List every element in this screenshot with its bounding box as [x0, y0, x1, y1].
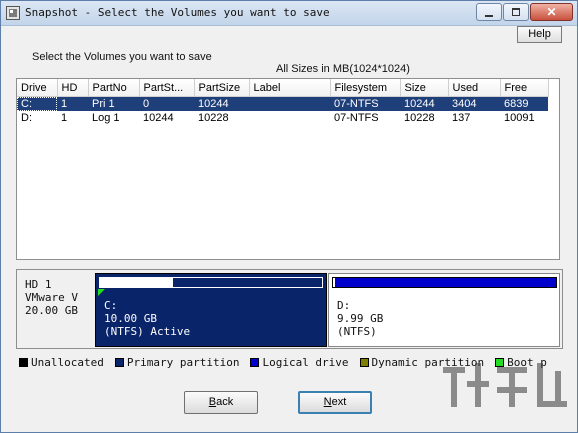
cell-hd: 1: [57, 96, 88, 111]
help-button[interactable]: Help: [517, 26, 562, 43]
legend-item-primary: Primary partition: [114, 356, 240, 369]
legend-label: Logical drive: [262, 356, 349, 369]
cell-partno: Pri 1: [88, 96, 139, 111]
legend-item-dynamic: Dynamic partition: [359, 356, 485, 369]
cell-partstart: 10244: [143, 112, 174, 124]
legend-item-boot: Boot p: [495, 356, 547, 369]
disk-map: HD 1 VMware V 20.00 GB C: 10.00 GB (NTFS…: [16, 269, 563, 349]
column-header-used[interactable]: Used: [448, 79, 501, 97]
cell-partstart: 0: [139, 96, 194, 111]
partition-size: 10.00 GB: [104, 312, 157, 325]
close-button[interactable]: ✕: [530, 3, 573, 21]
cell-used: 137: [452, 112, 471, 124]
boot-flag-icon: [98, 289, 105, 296]
column-header-size[interactable]: Size: [400, 79, 449, 97]
minimize-icon: [485, 15, 493, 17]
caption-buttons: ✕: [475, 3, 573, 21]
back-button[interactable]: Back: [184, 391, 258, 414]
next-label-rest: ext: [331, 396, 347, 408]
legend-label: Boot p: [507, 356, 547, 369]
cell-free: 6839: [500, 96, 548, 111]
partition-usage-fill: [100, 278, 174, 287]
legend-item-unallocated: Unallocated: [19, 356, 104, 369]
cell-partsize: 10244: [194, 96, 249, 111]
cell-label: [249, 111, 330, 125]
sizes-note: All Sizes in MB(1024*1024): [276, 63, 410, 75]
maximize-button[interactable]: [503, 3, 529, 21]
column-header-partno[interactable]: PartNo: [88, 79, 140, 97]
boot-partition-swatch: [495, 358, 505, 367]
back-label-rest: ack: [216, 396, 234, 408]
disk-model: VMware V: [25, 291, 78, 304]
snapshot-window: Snapshot - Select the Volumes you want t…: [0, 0, 578, 433]
partition-filesystem: (NTFS) Active: [104, 325, 191, 338]
window-title: Snapshot - Select the Volumes you want t…: [25, 6, 330, 19]
partition-info: D: 9.99 GB (NTFS): [337, 299, 383, 338]
cell-free: 10091: [504, 112, 535, 124]
partition-usage-fill: [333, 278, 336, 287]
volume-table: Drive HD PartNo PartSt... PartSize Label…: [17, 79, 549, 125]
column-header-partstart[interactable]: PartSt...: [139, 79, 195, 97]
column-header-row: Drive HD PartNo PartSt... PartSize Label…: [17, 79, 549, 97]
cell-used: 3404: [448, 96, 500, 111]
partition-usage-bar: [332, 277, 557, 288]
legend-label: Dynamic partition: [371, 356, 485, 369]
app-icon[interactable]: [6, 6, 20, 20]
partition-size: 9.99 GB: [337, 312, 384, 325]
column-header-hd[interactable]: HD: [57, 79, 89, 97]
disk-info: HD 1 VMware V 20.00 GB: [25, 278, 78, 317]
cell-size: 10228: [404, 112, 435, 124]
dynamic-partition-swatch: [359, 358, 369, 367]
cell-drive: D:: [21, 112, 32, 124]
partition-letter: D:: [337, 299, 351, 312]
partition-info: C: 10.00 GB (NTFS) Active: [104, 299, 190, 338]
partition-letter: C:: [104, 299, 118, 312]
legend-label: Primary partition: [126, 356, 240, 369]
partition-block-c[interactable]: C: 10.00 GB (NTFS) Active: [95, 273, 327, 347]
partition-usage-bar: [99, 277, 323, 288]
next-mnemonic: N: [323, 396, 332, 408]
disk-name: HD 1: [25, 278, 52, 291]
maximize-icon: [512, 8, 520, 16]
partition-legend: Unallocated Primary partition Logical dr…: [19, 356, 558, 369]
close-icon: ✕: [546, 5, 557, 19]
cell-filesystem: 07-NTFS: [334, 112, 379, 124]
column-header-filesystem[interactable]: Filesystem: [330, 79, 401, 97]
next-button[interactable]: Next: [298, 391, 372, 414]
volume-row-c[interactable]: C: 1 Pri 1 0 10244 07-NTFS 10244 3404 68…: [17, 96, 548, 111]
unallocated-swatch: [19, 358, 28, 367]
cell-hd: 1: [61, 112, 68, 124]
primary-partition-swatch: [114, 358, 124, 367]
logical-drive-swatch: [250, 358, 260, 367]
column-header-free[interactable]: Free: [500, 79, 549, 97]
instruction-text: Select the Volumes you want to save: [32, 51, 212, 63]
title-bar[interactable]: Snapshot - Select the Volumes you want t…: [1, 1, 577, 26]
partition-filesystem: (NTFS): [337, 325, 377, 338]
column-header-partsize[interactable]: PartSize: [194, 79, 250, 97]
volume-list[interactable]: Drive HD PartNo PartSt... PartSize Label…: [16, 78, 560, 260]
cell-label: [249, 96, 330, 111]
volume-row-d[interactable]: D: 1 Log 1 10244 10228 07-NTFS 10228 137…: [17, 111, 548, 125]
back-mnemonic: B: [208, 396, 217, 408]
legend-label: Unallocated: [31, 356, 104, 369]
column-header-drive[interactable]: Drive: [17, 79, 58, 97]
partition-block-d[interactable]: D: 9.99 GB (NTFS): [328, 273, 560, 347]
cell-partno: Log 1: [92, 112, 120, 124]
cell-size: 10244: [400, 96, 448, 111]
column-header-label[interactable]: Label: [249, 79, 331, 97]
legend-item-logical: Logical drive: [250, 356, 349, 369]
cell-partsize: 10228: [198, 112, 229, 124]
cell-drive: C:: [17, 96, 57, 111]
cell-filesystem: 07-NTFS: [330, 96, 400, 111]
minimize-button[interactable]: [476, 3, 502, 21]
disk-size: 20.00 GB: [25, 304, 78, 317]
